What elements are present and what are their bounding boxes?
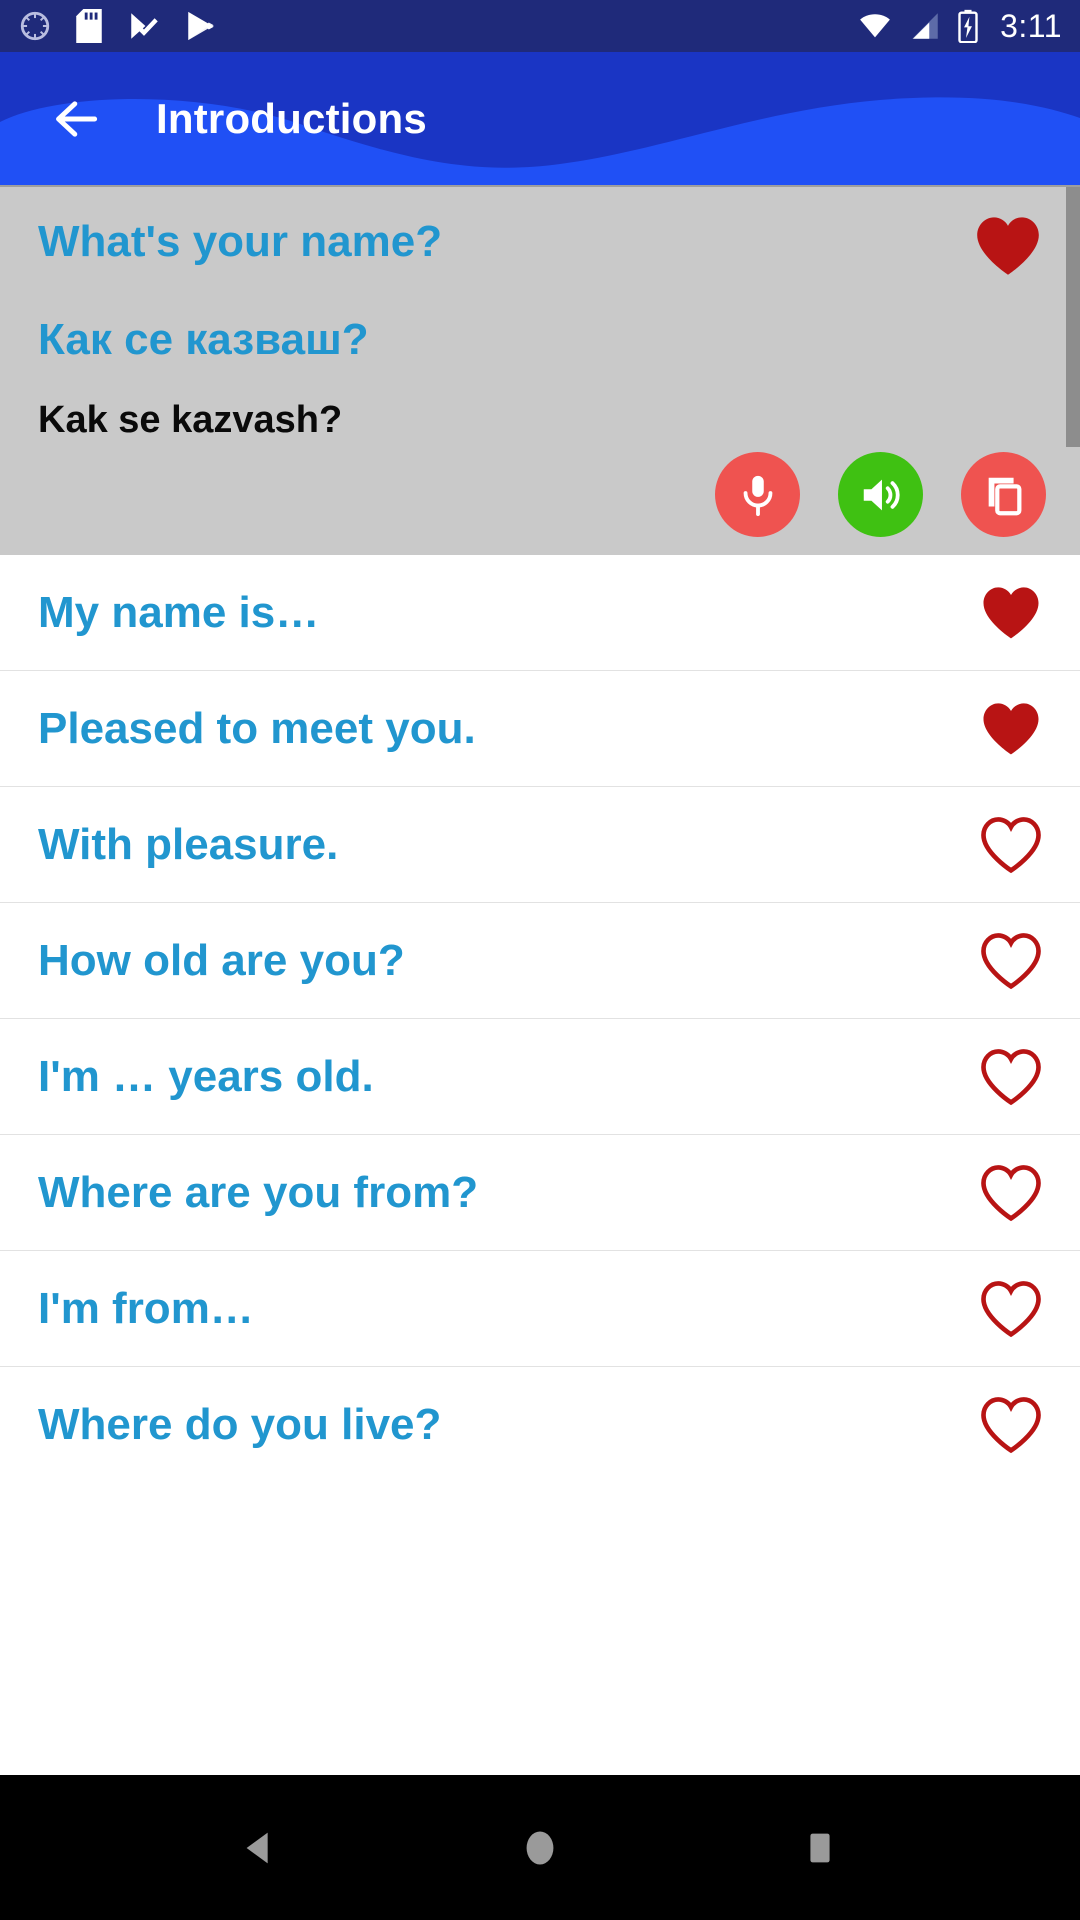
status-bar-right-icons: 3:11 [856, 8, 1062, 45]
speaker-icon [863, 479, 900, 510]
sd-card-icon [76, 9, 102, 43]
nav-back-button[interactable] [200, 1808, 320, 1888]
triangle-left-icon [246, 1832, 268, 1863]
copy-icon [988, 477, 1021, 515]
list-item[interactable]: How old are you? [0, 903, 1080, 1019]
sync-circle-icon [20, 11, 50, 41]
status-bar: 3:11 [0, 0, 1080, 52]
list-item[interactable]: I'm from… [0, 1251, 1080, 1367]
record-button[interactable] [715, 452, 800, 537]
phrase-label: Pleased to meet you. [38, 703, 476, 753]
featured-card-actions [715, 452, 1046, 537]
list-item[interactable]: I'm … years old. [0, 1019, 1080, 1135]
favorite-heart-icon-outline[interactable] [980, 1280, 1042, 1338]
featured-native-text: Как се казваш? [38, 315, 369, 364]
featured-phrase-card[interactable]: What's your name? Как се казваш? Kak se … [0, 185, 1080, 555]
video-check-icon [131, 13, 158, 39]
phrase-label: I'm from… [38, 1283, 254, 1333]
list-item[interactable]: Where are you from? [0, 1135, 1080, 1251]
list-item[interactable]: My name is… [0, 555, 1080, 671]
nav-recents-button[interactable] [760, 1808, 880, 1888]
favorite-heart-icon-filled[interactable] [980, 584, 1042, 642]
circle-icon [526, 1831, 554, 1864]
wifi-icon [860, 14, 890, 38]
status-bar-left-icons [18, 9, 218, 43]
card-scrollbar[interactable] [1066, 187, 1080, 447]
list-item[interactable]: With pleasure. [0, 787, 1080, 903]
app-screen: 3:11 Introductions What's your name? Как… [0, 0, 1080, 1920]
favorite-heart-icon-outline[interactable] [980, 1396, 1042, 1454]
cellular-signal-icon [912, 13, 938, 39]
phrase-label: I'm … years old. [38, 1051, 374, 1101]
play-store-icon [188, 11, 214, 41]
battery-charging-icon [958, 9, 978, 43]
favorite-heart-icon-outline[interactable] [980, 1164, 1042, 1222]
page-title: Introductions [156, 94, 427, 142]
phrase-label: Where are you from? [38, 1167, 479, 1217]
app-bar: Introductions [0, 52, 1080, 185]
phrase-label: With pleasure. [38, 819, 339, 869]
favorite-heart-icon-filled[interactable] [974, 215, 1042, 277]
favorite-heart-icon-outline[interactable] [980, 932, 1042, 990]
favorite-heart-icon-filled[interactable] [980, 700, 1042, 758]
phrase-label: Where do you live? [38, 1399, 442, 1449]
phrase-list[interactable]: My name is… Pleased to meet you. With plea… [0, 555, 1080, 1475]
arrow-left-icon[interactable] [48, 91, 104, 147]
list-item[interactable]: Where do you live? [0, 1367, 1080, 1475]
nav-home-button[interactable] [480, 1808, 600, 1888]
android-navigation-bar [0, 1775, 1080, 1920]
phrase-label: My name is… [38, 587, 320, 637]
featured-transliteration: Kak se kazvash? [38, 399, 343, 441]
list-item[interactable]: Pleased to meet you. [0, 671, 1080, 787]
favorite-heart-icon-outline[interactable] [980, 816, 1042, 874]
copy-button[interactable] [961, 452, 1046, 537]
play-audio-button[interactable] [838, 452, 923, 537]
phrase-label: How old are you? [38, 935, 405, 985]
featured-english-text: What's your name? [38, 217, 443, 266]
microphone-icon [743, 475, 772, 516]
square-icon [810, 1833, 830, 1862]
favorite-heart-icon-outline[interactable] [980, 1048, 1042, 1106]
status-bar-clock: 3:11 [1000, 7, 1062, 44]
